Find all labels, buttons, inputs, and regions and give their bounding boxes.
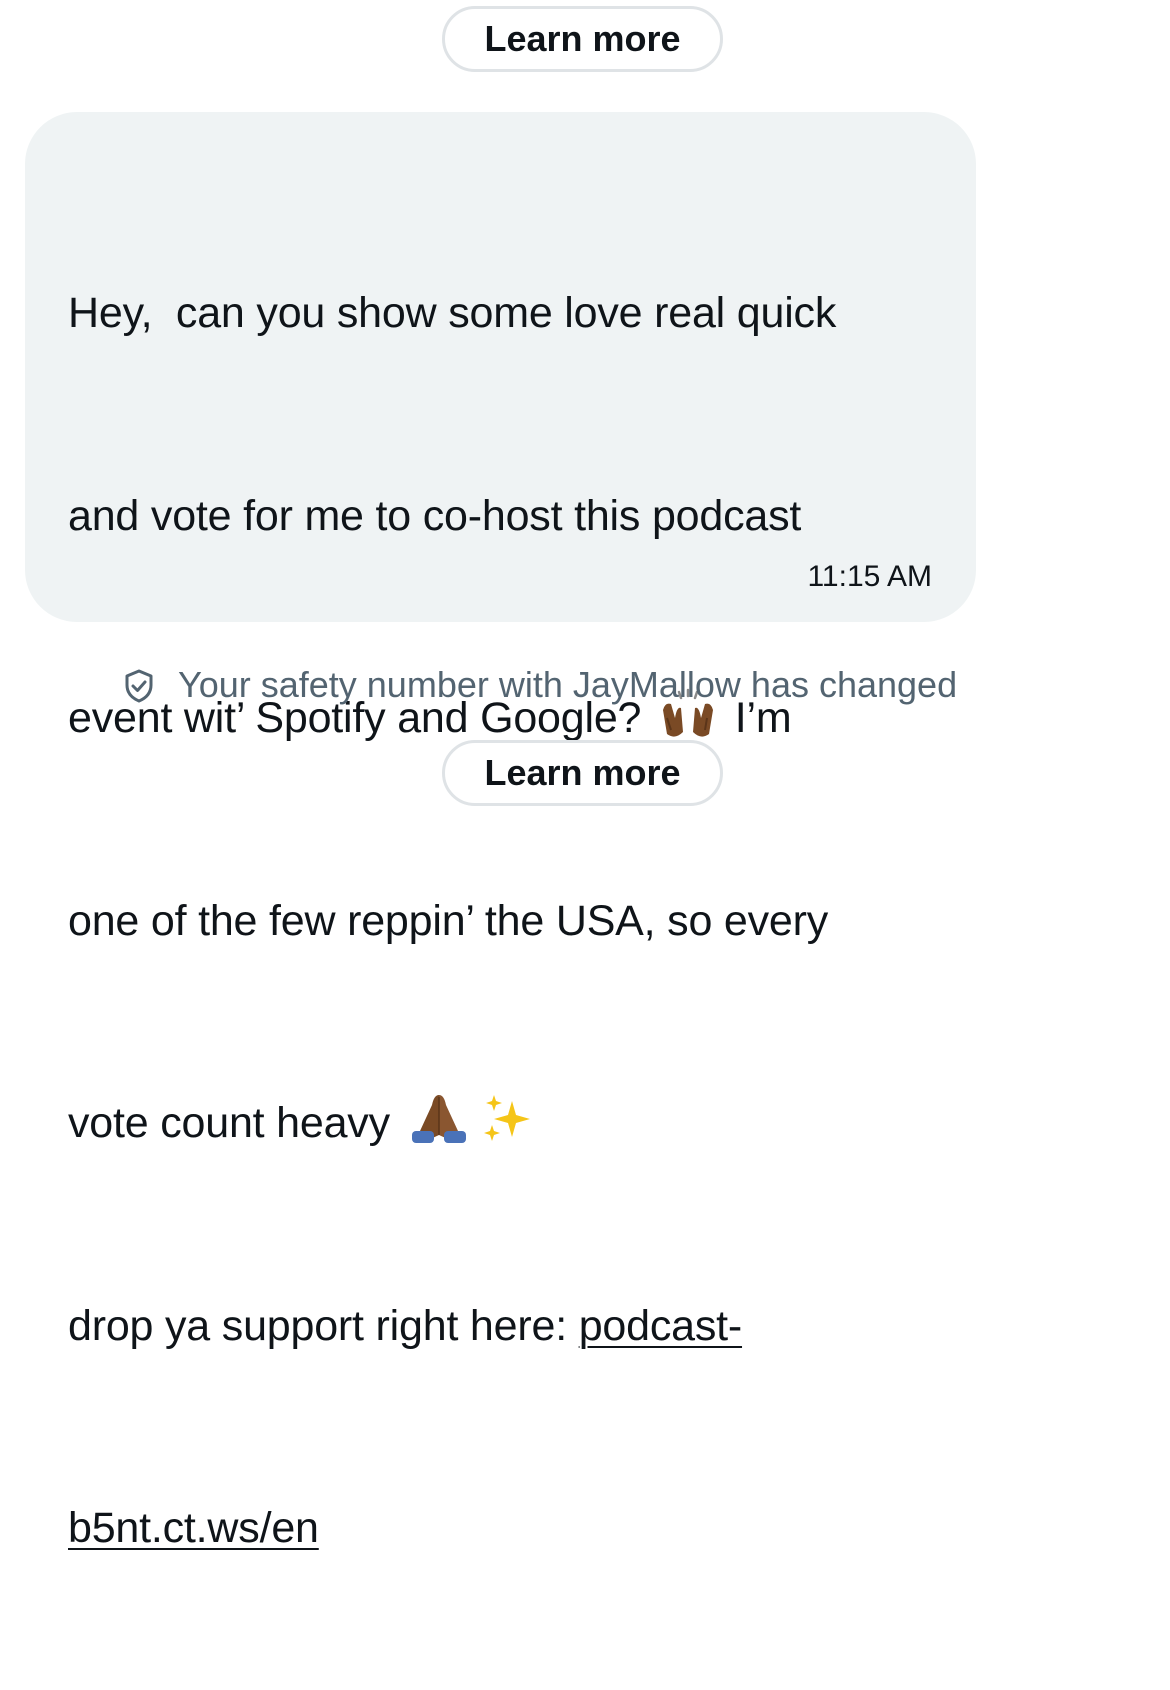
safety-number-notice: Your safety number with JayMallow has ch…	[124, 660, 957, 710]
message-line: Hey, can you show some love real quick	[68, 289, 837, 337]
learn-more-button[interactable]: Learn more	[442, 6, 723, 72]
message-timestamp: 11:15 AM	[807, 560, 932, 593]
shield-check-icon	[124, 669, 154, 703]
message-line-text: drop ya support right here:	[68, 1301, 579, 1350]
message-link[interactable]: podcast-	[579, 1302, 743, 1350]
message-bubble[interactable]: Hey, can you show some love real quick a…	[25, 112, 976, 1552]
message-line: one of the few reppin’ the USA, so every	[68, 896, 829, 945]
safety-notice-text: Your safety number with JayMallow has ch…	[178, 664, 958, 705]
message-link[interactable]: b5nt.ct.ws/en	[68, 1504, 319, 1552]
learn-more-button[interactable]: Learn more	[442, 740, 723, 806]
message-text: Hey, can you show some love real quick a…	[68, 145, 948, 1690]
folded-hands-icon	[406, 1091, 472, 1166]
message-line: vote count heavy	[68, 1090, 948, 1158]
sparkles-icon	[480, 1091, 536, 1166]
message-line: drop ya support right here: podcast-	[68, 1293, 948, 1361]
message-line: and vote for me to co-host this podcast	[68, 491, 802, 540]
message-line-text: vote count heavy	[68, 1099, 390, 1147]
message-line: b5nt.ct.ws/en	[68, 1495, 948, 1563]
